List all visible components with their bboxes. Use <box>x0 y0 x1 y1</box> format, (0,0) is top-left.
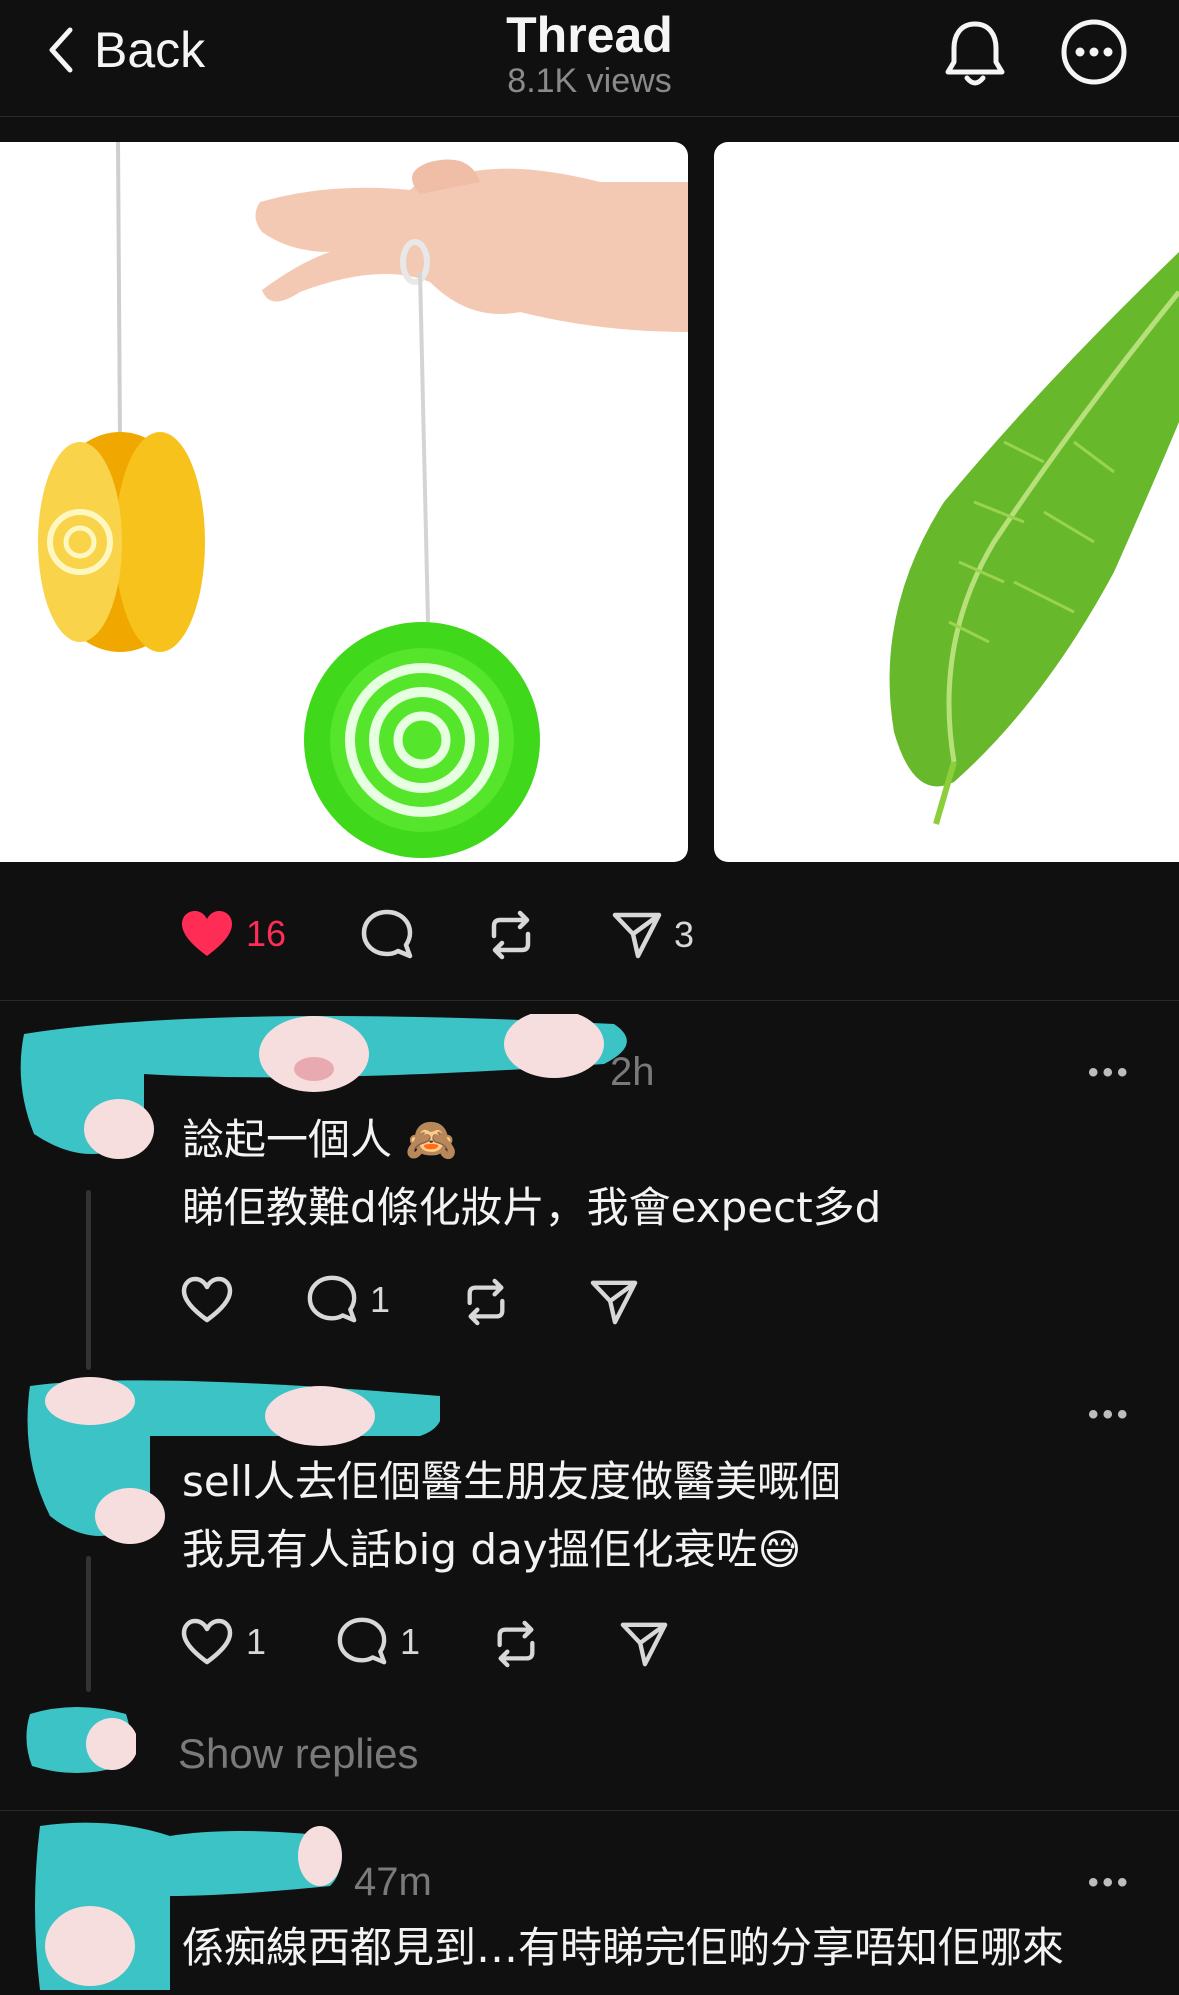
comment-button[interactable] <box>360 904 414 966</box>
comment-reply-button[interactable]: 1 <box>306 1272 390 1328</box>
leaf-picture <box>889 252 1179 825</box>
comment-more-button[interactable]: ••• <box>1088 1398 1132 1432</box>
redaction-scribble <box>26 1707 138 1773</box>
reply-count: 1 <box>370 1279 391 1320</box>
like-count: 16 <box>246 913 287 954</box>
thread-line <box>86 1556 91 1692</box>
like-button[interactable]: 16 <box>180 902 286 966</box>
comment-repost-button[interactable] <box>492 1616 540 1672</box>
notification-bell-button[interactable] <box>940 16 1010 97</box>
comment-body: 係痴線西都見到…有時睇完佢啲分享唔知佢哪來 <box>182 1914 1162 1982</box>
comment-icon <box>361 909 413 959</box>
comment-line: 諗起一個人 🙈 <box>182 1115 458 1164</box>
thread-line <box>86 1190 91 1370</box>
comment-body: 諗起一個人 🙈 睇佢教難d條化妝片，我會expect多d <box>182 1106 1142 1242</box>
repost-icon <box>467 1278 505 1326</box>
show-replies-link[interactable]: Show replies <box>178 1730 418 1778</box>
heart-filled-icon <box>182 911 232 956</box>
comment-time: 47m <box>354 1860 432 1904</box>
comment-line: sell人去佢個醫生朋友度做醫美嘅個 <box>182 1457 842 1506</box>
post-image-yoyo[interactable] <box>0 142 688 862</box>
comment-line: 係痴線西都見到…有時睇完佢啲分享唔知佢哪來 <box>182 1923 1065 1972</box>
reply-avatars <box>26 1704 138 1776</box>
more-options-button[interactable] <box>1060 18 1128 91</box>
comment-icon <box>307 1275 357 1323</box>
repost-icon <box>491 910 531 960</box>
comment-body: sell人去佢個醫生朋友度做醫美嘅個 我見有人話big day搵佢化衰咗😅 <box>182 1448 1142 1584</box>
divider <box>0 1810 1179 1811</box>
comment-share-button[interactable] <box>590 1274 638 1330</box>
comment-more-button[interactable]: ••• <box>1088 1866 1132 1900</box>
send-icon <box>590 1280 638 1325</box>
reply-count: 1 <box>400 1621 421 1662</box>
bell-icon <box>945 21 1005 86</box>
yoyo-picture <box>38 142 688 858</box>
top-bar: Back Thread 8.1K views <box>0 0 1179 117</box>
comment-like-button[interactable] <box>180 1272 234 1328</box>
more-circle-icon <box>1061 19 1127 85</box>
heart-outline-icon <box>181 1618 233 1665</box>
divider <box>0 1000 1179 1001</box>
share-button[interactable]: 3 <box>612 904 694 966</box>
send-icon <box>620 1622 668 1667</box>
comment-more-button[interactable]: ••• <box>1088 1056 1132 1090</box>
comment-share-button[interactable] <box>620 1616 668 1672</box>
share-count: 3 <box>674 914 695 955</box>
comment-time: 2h <box>610 1050 655 1094</box>
comment-reply-button[interactable]: 1 <box>336 1614 420 1670</box>
comment-icon <box>337 1617 387 1665</box>
repost-icon <box>497 1620 535 1668</box>
comment-like-button[interactable]: 1 <box>180 1614 266 1670</box>
comment-line: 我見有人話big day搵佢化衰咗😅 <box>182 1525 802 1574</box>
heart-outline-icon <box>181 1276 233 1323</box>
post-image-leaf[interactable] <box>714 142 1179 862</box>
comment-repost-button[interactable] <box>462 1274 510 1330</box>
send-icon <box>612 912 662 959</box>
comment-line: 睇佢教難d條化妝片，我會expect多d <box>182 1183 882 1232</box>
like-count: 1 <box>246 1621 267 1662</box>
repost-button[interactable] <box>486 904 536 966</box>
